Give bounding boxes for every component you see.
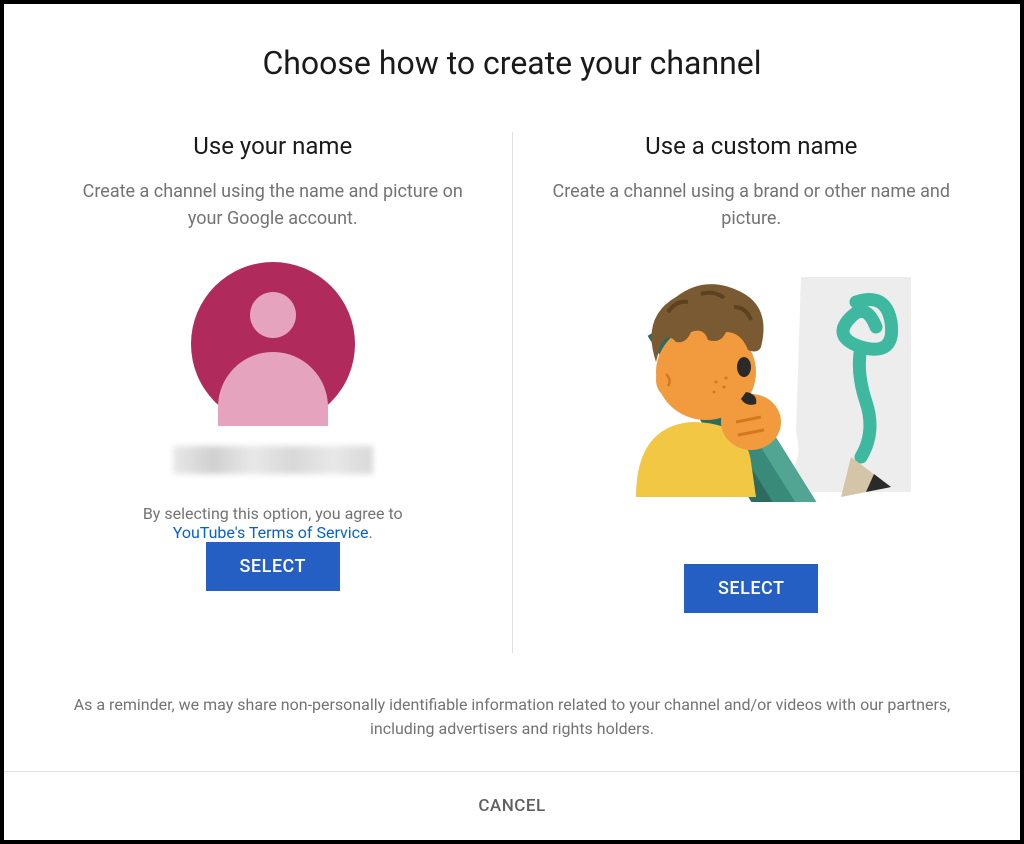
option-custom-description: Create a channel using a brand or other …	[543, 178, 961, 232]
options-container: Use your name Create a channel using the…	[34, 132, 990, 653]
option-custom-title: Use a custom name	[645, 132, 857, 160]
option-use-your-name: Use your name Create a channel using the…	[34, 132, 513, 653]
custom-channel-illustration	[586, 262, 916, 502]
avatar-placeholder-icon	[191, 262, 355, 426]
cancel-button[interactable]: CANCEL	[478, 796, 545, 816]
create-channel-dialog: Choose how to create your channel Use yo…	[4, 4, 1020, 840]
dialog-footer: CANCEL	[4, 771, 1020, 840]
dialog-content: Choose how to create your channel Use yo…	[4, 4, 1020, 771]
option-personal-title: Use your name	[193, 132, 352, 160]
select-personal-button[interactable]: SELECT	[206, 542, 340, 591]
account-name-redacted	[173, 446, 373, 474]
terms-intro-text: By selecting this option, you agree to	[143, 504, 403, 523]
dialog-title: Choose how to create your channel	[262, 44, 761, 82]
option-personal-description: Create a channel using the name and pict…	[64, 178, 482, 232]
option-use-custom-name: Use a custom name Create a channel using…	[513, 132, 991, 653]
select-custom-button[interactable]: SELECT	[684, 564, 818, 613]
terms-agreement: By selecting this option, you agree to Y…	[143, 504, 403, 542]
terms-of-service-link[interactable]: YouTube's Terms of Service.	[173, 523, 373, 542]
reminder-text: As a reminder, we may share non-personal…	[62, 693, 962, 741]
